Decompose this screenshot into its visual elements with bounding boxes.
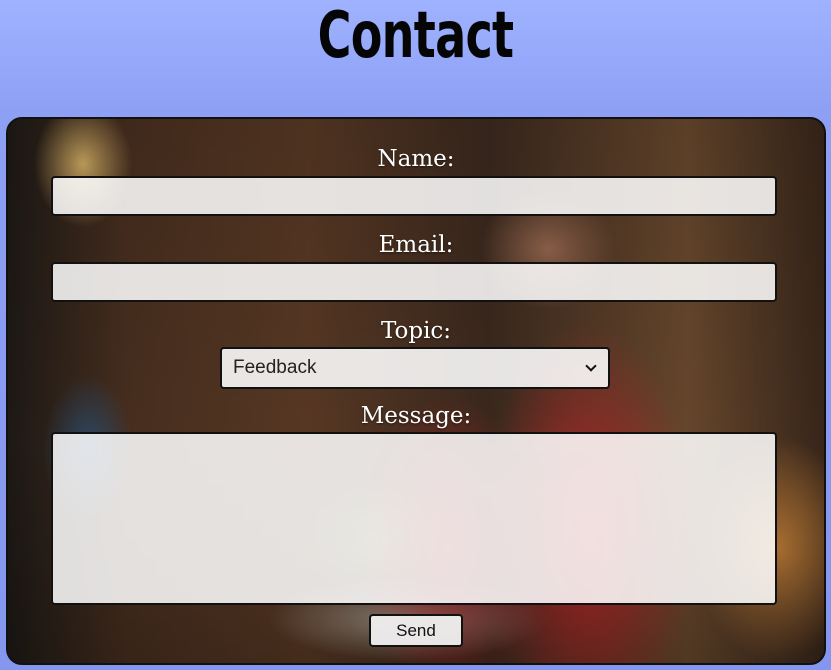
contact-form-panel: Name: Email: Topic: Feedback Message: Se… <box>6 117 826 665</box>
name-label: Name: <box>377 146 455 172</box>
topic-select[interactable]: Feedback <box>220 347 610 389</box>
page-title: Contact <box>317 0 514 73</box>
message-field[interactable] <box>51 432 777 605</box>
email-label: Email: <box>378 232 454 258</box>
topic-label: Topic: <box>380 318 452 344</box>
message-label: Message: <box>360 403 472 429</box>
email-field[interactable] <box>51 262 777 302</box>
topic-selected-value: Feedback <box>233 357 317 378</box>
send-button[interactable]: Send <box>369 614 463 647</box>
name-field[interactable] <box>51 176 777 216</box>
chevron-down-icon <box>585 362 597 374</box>
